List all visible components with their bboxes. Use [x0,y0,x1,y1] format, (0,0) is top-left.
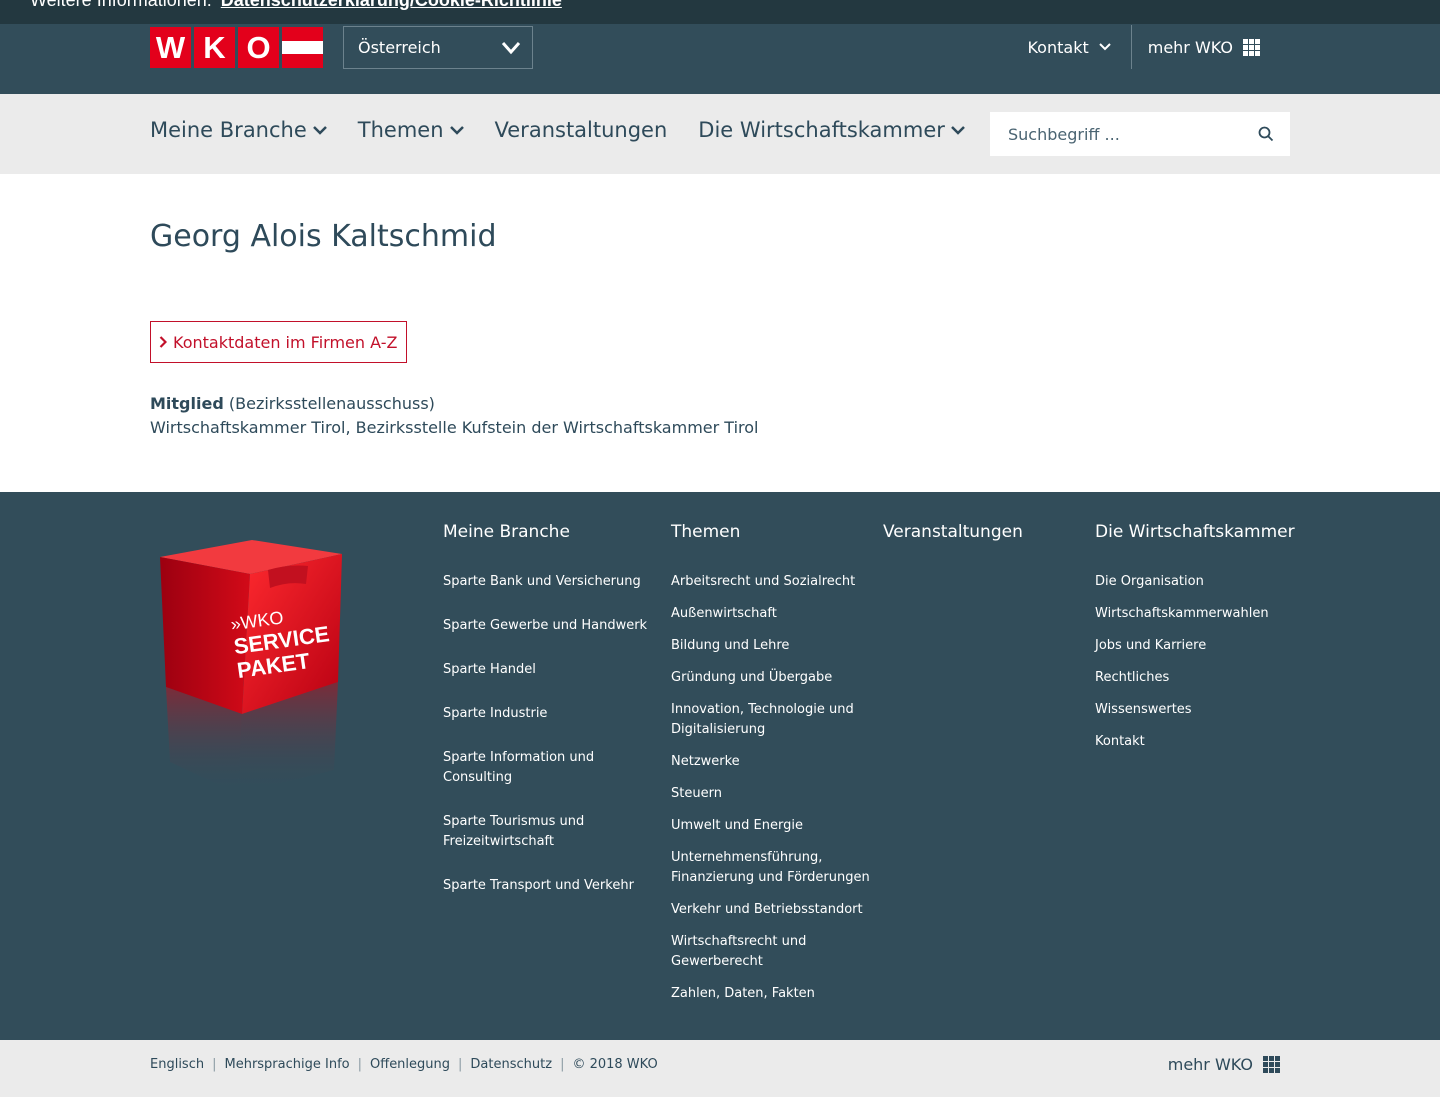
nav-item-label: Veranstaltungen [494,118,668,142]
footer-link[interactable]: Wissenswertes [1095,700,1295,720]
search-box [990,112,1290,156]
footer-link[interactable]: Innovation, Technologie und Digitalisier… [671,700,871,740]
utility-nav: Kontakt mehr WKO [1027,25,1276,69]
app-grid-icon [1263,1056,1280,1073]
divider: | [458,1057,463,1072]
footer-link[interactable]: Bildung und Lehre [671,636,871,656]
footer-heading[interactable]: Themen [671,522,871,542]
footer-heading[interactable]: Meine Branche [443,522,653,542]
legal-link-mehrsprachige-info[interactable]: Mehrsprachige Info [224,1057,349,1072]
footer-link[interactable]: Sparte Information und Consulting [443,748,653,788]
app-grid-icon [1243,38,1260,56]
footer-link[interactable]: Sparte Bank und Versicherung [443,572,653,592]
legal-link-englisch[interactable]: Englisch [150,1057,204,1072]
footer-link[interactable]: Arbeitsrecht und Sozialrecht [671,572,871,592]
main-navigation: Meine Branche Themen Veranstaltungen Die… [0,94,1440,174]
footer-column-themen: Themen Arbeitsrecht und Sozialrecht Auße… [671,522,871,1016]
footer-heading[interactable]: Die Wirtschaftskammer [1095,522,1295,542]
footer-link[interactable]: Rechtliches [1095,668,1295,688]
legal-link-offenlegung[interactable]: Offenlegung [370,1057,450,1072]
search-icon[interactable] [1258,126,1274,142]
bottom-more-wko[interactable]: mehr WKO [1168,1055,1280,1074]
page-title: Georg Alois Kaltschmid [150,219,497,254]
wko-logo[interactable]: W K O [150,27,324,68]
privacy-policy-link[interactable]: Datenschutzerklärung/Cookie-Richtlinie [221,0,562,10]
nav-item-label: Die Wirtschaftskammer [698,118,945,142]
bottom-bar: Englisch | Mehrsprachige Info | Offenleg… [0,1040,1440,1097]
footer-link[interactable]: Sparte Tourismus und Freizeitwirtschaft [443,812,653,852]
logo-letter-w: W [150,27,191,68]
search-input[interactable] [990,112,1240,156]
contact-menu[interactable]: Kontakt [1027,25,1132,69]
footer-link[interactable]: Außenwirtschaft [671,604,871,624]
footer-link[interactable]: Zahlen, Daten, Fakten [671,984,871,1004]
member-label: Mitglied [150,394,224,413]
member-role: (Bezirksstellenausschuss) [228,394,435,413]
logo-letter-k: K [194,27,235,68]
footer-link[interactable]: Steuern [671,784,871,804]
footer-link[interactable]: Wirtschaftskammerwahlen [1095,604,1295,624]
copyright-text: © 2018 WKO [572,1057,658,1072]
footer: »WKO SERVICE PAKET Meine Branche Sparte … [0,492,1440,1040]
footer-heading[interactable]: Veranstaltungen [883,522,1073,542]
footer-link[interactable]: Kontakt [1095,732,1295,752]
austria-flag-icon [282,27,323,68]
chevron-down-icon [449,126,464,135]
footer-link[interactable]: Umwelt und Energie [671,816,871,836]
divider: | [560,1057,565,1072]
footer-column-veranstaltungen: Veranstaltungen [883,522,1073,572]
footer-link[interactable]: Sparte Industrie [443,704,653,724]
contact-menu-label: Kontakt [1027,37,1089,57]
footer-link[interactable]: Jobs und Karriere [1095,636,1295,656]
logo-letter-o: O [238,27,279,68]
nav-item-veranstaltungen[interactable]: Veranstaltungen [495,118,668,142]
footer-link[interactable]: Sparte Transport und Verkehr [443,876,653,896]
divider: | [357,1057,362,1072]
nav-item-die-wirtschaftskammer[interactable]: Die Wirtschaftskammer [698,118,965,142]
cookie-banner: Weitere Informationen: Datenschutzerklär… [0,0,1440,24]
company-contact-button[interactable]: Kontaktdaten im Firmen A-Z [150,321,407,363]
footer-link[interactable]: Gründung und Übergabe [671,668,871,688]
membership-info: Mitglied (Bezirksstellenausschuss) Wirts… [150,392,758,440]
footer-link[interactable]: Die Organisation [1095,572,1295,592]
nav-item-meine-branche[interactable]: Meine Branche [150,118,327,142]
top-header: W K O Österreich Kontakt mehr WKO [0,24,1440,94]
footer-link[interactable]: Netzwerke [671,752,871,772]
nav-item-label: Meine Branche [150,118,307,142]
footer-column-wirtschaftskammer: Die Wirtschaftskammer Die Organisation W… [1095,522,1295,764]
footer-link[interactable]: Sparte Gewerbe und Handwerk [443,616,653,636]
more-wko-label: mehr WKO [1147,37,1233,57]
region-select[interactable]: Österreich [343,26,533,69]
chevron-right-icon [159,336,167,348]
nav-item-themen[interactable]: Themen [358,118,464,142]
footer-link[interactable]: Wirtschaftsrecht und Gewerberecht [671,932,871,972]
chevron-down-icon [501,42,521,55]
service-paket-box-image[interactable]: »WKO SERVICE PAKET [150,532,350,802]
footer-link[interactable]: Unternehmensführung, Finanzierung und Fö… [671,848,871,888]
footer-link[interactable]: Verkehr und Betriebsstandort [671,900,871,920]
cookie-text: Weitere Informationen: [30,0,212,10]
company-contact-label: Kontaktdaten im Firmen A-Z [173,332,398,352]
nav-item-label: Themen [357,118,444,142]
member-organisation: Wirtschaftskammer Tirol, Bezirksstelle K… [150,418,759,437]
bottom-more-wko-label: mehr WKO [1167,1055,1253,1074]
legal-link-datenschutz[interactable]: Datenschutz [470,1057,552,1072]
more-wko-menu[interactable]: mehr WKO [1132,25,1276,69]
region-select-value: Österreich [358,38,441,57]
chevron-down-icon [951,126,965,135]
chevron-down-icon [312,126,327,135]
footer-column-branche: Meine Branche Sparte Bank und Versicheru… [443,522,653,920]
chevron-down-icon [1099,43,1111,51]
divider: | [212,1057,217,1072]
legal-links: Englisch | Mehrsprachige Info | Offenleg… [150,1057,658,1072]
footer-link[interactable]: Sparte Handel [443,660,653,680]
